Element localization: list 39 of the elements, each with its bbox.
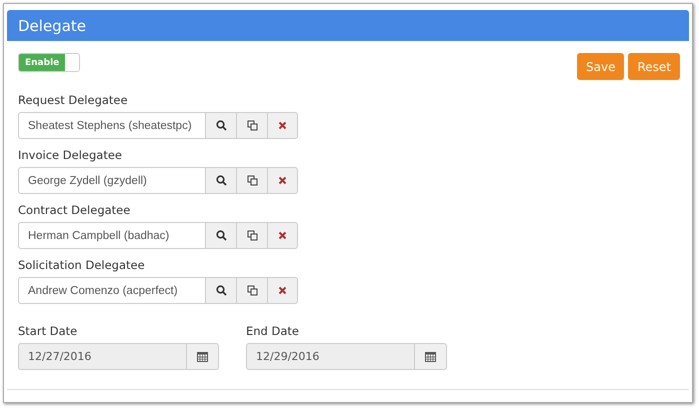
clear-button[interactable] xyxy=(268,222,298,249)
calendar-icon xyxy=(197,351,208,362)
search-button[interactable] xyxy=(206,112,237,139)
field-label: Request Delegatee xyxy=(18,93,129,107)
field-label: Start Date xyxy=(18,324,78,338)
calendar-icon xyxy=(425,351,436,362)
copy-icon xyxy=(246,285,258,296)
copy-icon xyxy=(246,175,258,186)
search-button[interactable] xyxy=(206,167,237,194)
calendar-button[interactable] xyxy=(415,343,447,370)
panel-title: Delegate xyxy=(18,16,86,34)
clear-button[interactable] xyxy=(268,167,298,194)
calendar-button[interactable] xyxy=(187,343,219,370)
close-icon xyxy=(278,121,287,130)
delegatee-field[interactable]: Herman Campbell (badhac) xyxy=(18,222,206,249)
clear-button[interactable] xyxy=(268,277,298,304)
copy-button[interactable] xyxy=(237,222,268,249)
delegatee-field[interactable]: Andrew Comenzo (acperfect) xyxy=(18,277,206,304)
copy-button[interactable] xyxy=(237,277,268,304)
close-icon xyxy=(278,176,287,185)
close-icon xyxy=(278,231,287,240)
copy-icon xyxy=(246,120,258,131)
field-label: Invoice Delegatee xyxy=(18,148,123,162)
copy-button[interactable] xyxy=(237,112,268,139)
delegatee-field[interactable]: Sheatest Stephens (sheatestpc) xyxy=(18,112,206,139)
copy-button[interactable] xyxy=(237,167,268,194)
field-label: Contract Delegatee xyxy=(18,203,132,217)
search-button[interactable] xyxy=(206,222,237,249)
copy-icon xyxy=(246,230,258,241)
field-label: End Date xyxy=(246,324,300,338)
clear-button[interactable] xyxy=(268,112,298,139)
search-icon xyxy=(216,230,226,241)
search-button[interactable] xyxy=(206,277,237,304)
close-icon xyxy=(278,286,287,295)
field-label: Solicitation Delegatee xyxy=(18,258,146,272)
search-icon xyxy=(216,285,226,296)
search-icon xyxy=(216,175,226,186)
delegatee-field[interactable]: George Zydell (gzydell) xyxy=(18,167,206,194)
search-icon xyxy=(216,120,226,131)
